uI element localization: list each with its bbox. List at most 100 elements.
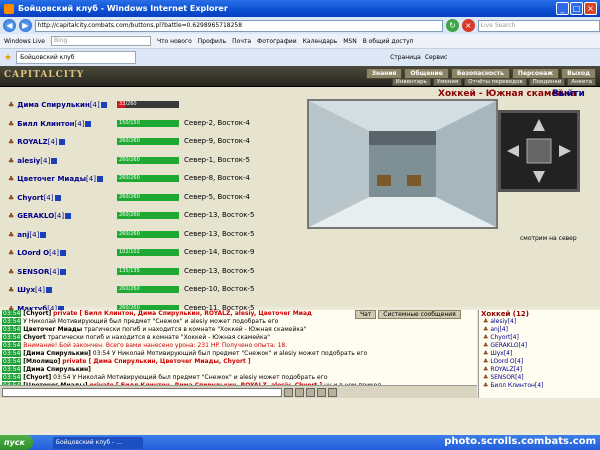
start-button[interactable]: пуск — [0, 435, 33, 450]
room-player-item[interactable]: ♣ anj[4] — [479, 326, 600, 334]
maximize-button[interactable]: □ — [570, 2, 583, 15]
chat-author[interactable]: [Chyort] — [23, 374, 51, 381]
favorites-star-icon[interactable]: ★ — [4, 53, 12, 63]
minimap[interactable] — [498, 110, 580, 192]
player-name[interactable]: Дима Спирулькин — [17, 101, 90, 109]
service-menu[interactable]: Сервис — [425, 54, 447, 61]
tab-system-messages[interactable]: Системные сообщения — [378, 310, 461, 319]
room-player-item[interactable]: ♣ GERAKLO[4] — [479, 342, 600, 350]
player-location: Север-1, Восток-5 — [184, 155, 251, 164]
player-row[interactable]: ♣ LOord O [4] — [8, 247, 67, 259]
player-row[interactable]: ♣ alesiy [4] — [8, 155, 58, 167]
chat-author[interactable]: Цветочег Миады — [23, 326, 82, 333]
room-player-item[interactable]: ♣ alesiy[4] — [479, 318, 600, 326]
player-name[interactable]: GERAKLO — [17, 212, 54, 220]
menu-profile[interactable]: Анкета — [567, 78, 596, 86]
player-row[interactable]: ♣ ROYALZ [4] — [8, 136, 65, 148]
player-icon: ♣ — [8, 212, 15, 220]
info-icon[interactable] — [58, 139, 65, 145]
room-player-item[interactable]: ♣ Шух[4] — [479, 350, 600, 358]
filter-icon[interactable] — [306, 387, 315, 397]
info-icon[interactable] — [60, 250, 67, 256]
page-menu[interactable]: Страница — [390, 54, 421, 61]
title-bar: Бойцовский клуб - Windows Internet Explo… — [0, 0, 600, 17]
player-row[interactable]: ♣ Цветочег Миады [4] — [8, 173, 103, 185]
info-icon[interactable] — [45, 287, 52, 293]
chat-author[interactable]: [Млолицо] — [23, 358, 60, 365]
info-icon[interactable] — [96, 176, 103, 182]
room-3d-view[interactable] — [307, 99, 498, 229]
link-calendar[interactable]: Календарь — [303, 38, 338, 45]
player-name[interactable]: Билл Клинтон — [17, 120, 74, 128]
player-row[interactable]: ♣ Билл Клинтон [4] — [8, 118, 92, 130]
chat-input[interactable] — [2, 387, 282, 397]
bing-search-input[interactable]: Bing — [50, 36, 151, 46]
player-name[interactable]: SENSOR — [17, 268, 49, 276]
search-input[interactable]: Live Search — [477, 19, 600, 32]
room-player-item[interactable]: ♣ ROYALZ[4] — [479, 366, 600, 374]
link-whats-new[interactable]: Что нового — [157, 38, 192, 45]
menu-battles[interactable]: Поединки — [528, 78, 566, 86]
minimize-button[interactable]: _ — [556, 2, 569, 15]
browser-tab[interactable]: Бойцовский клуб — [16, 51, 137, 64]
menu-transfers[interactable]: Отчёты переводов — [464, 78, 527, 86]
menu-inventory[interactable]: Инвентарь — [391, 78, 431, 86]
room-player-item[interactable]: ♣ SENSOR[4] — [479, 374, 600, 382]
info-icon[interactable] — [60, 268, 67, 275]
link-msn[interactable]: MSN — [343, 38, 356, 45]
player-row[interactable]: ♣ Chyort [4] — [8, 192, 61, 204]
refresh-icon[interactable]: ↻ — [446, 19, 459, 32]
info-icon[interactable] — [40, 231, 47, 238]
player-name[interactable]: Цветочег Миады — [17, 175, 86, 183]
player-name[interactable]: alesiy — [17, 157, 40, 165]
chat-text: У Николай Мотивирующий был предмет "Снеж… — [23, 318, 279, 325]
chat-timestamp: 03:54 — [2, 374, 22, 381]
link-profile[interactable]: Профиль — [198, 38, 226, 45]
info-icon[interactable] — [100, 102, 107, 108]
room-player-item[interactable]: ♣ Билл Клинтон[4] — [479, 382, 600, 390]
player-name[interactable]: Chyort — [17, 194, 43, 202]
windows-live-link[interactable]: Windows Live — [4, 38, 45, 45]
hp-text: 260/260 — [119, 175, 140, 181]
sound-icon[interactable] — [328, 387, 337, 397]
player-icon: ♣ — [8, 286, 15, 294]
chat-private-recipients[interactable]: private [ Дима Спирулькин, Цветочег Миад… — [62, 358, 250, 365]
taskbar-item[interactable]: Бойцовский клуб - ... — [52, 436, 143, 449]
player-row[interactable]: ♣ Шух [4] — [8, 284, 52, 296]
url-field[interactable]: http://capitalcity.combats.com/buttons.p… — [34, 19, 444, 32]
chat-author[interactable]: Chyort — [23, 334, 46, 341]
link-share[interactable]: В общий доступ — [363, 38, 414, 45]
player-row[interactable]: ♣ anj [4] — [8, 229, 47, 241]
player-name[interactable]: LOord O — [17, 249, 49, 257]
room-player-item[interactable]: ♣ Chyort[4] — [479, 334, 600, 342]
chat-private-recipients[interactable]: private [ Билл Клинтон, Дима Спирулькин,… — [53, 310, 312, 317]
player-name[interactable]: ROYALZ — [17, 138, 47, 146]
send-icon[interactable] — [284, 387, 293, 397]
link-mail[interactable]: Почта — [232, 38, 251, 45]
chat-log[interactable]: 03:54 [Chyort] private [ Билл Клинтон, Д… — [0, 310, 477, 385]
link-photos[interactable]: Фотографии — [257, 38, 297, 45]
info-icon[interactable] — [54, 194, 61, 201]
info-icon[interactable] — [85, 120, 92, 127]
chat-author[interactable]: [Дима Спирулькин] — [23, 350, 91, 357]
player-row[interactable]: ♣ Дима Спирулькин [4] — [8, 99, 107, 111]
info-icon[interactable] — [65, 213, 72, 219]
navigation-compass-icon — [507, 119, 571, 183]
chat-author[interactable]: [Дима Спирулькин] — [23, 366, 91, 373]
clear-icon[interactable] — [317, 387, 326, 397]
back-icon[interactable]: ◀ — [3, 19, 16, 32]
player-row[interactable]: ♣ GERAKLO [4] — [8, 210, 72, 222]
room-player-item[interactable]: ♣ LOord O[4] — [479, 358, 600, 366]
player-row[interactable]: ♣ SENSOR [4] — [8, 266, 67, 278]
forward-icon[interactable]: ▶ — [18, 19, 32, 32]
close-button[interactable]: × — [584, 2, 597, 15]
menu-skills[interactable]: Умения — [432, 78, 463, 86]
smiley-icon[interactable] — [295, 387, 304, 397]
tab-chat[interactable]: Чат — [355, 310, 377, 319]
player-name[interactable]: anj — [17, 231, 29, 239]
info-icon[interactable] — [51, 157, 58, 164]
player-name[interactable]: Шух — [17, 286, 35, 294]
stop-icon[interactable]: × — [461, 19, 475, 32]
exit-room-link[interactable]: Выйти — [552, 89, 585, 99]
chat-author[interactable]: [Chyort] — [23, 310, 51, 317]
